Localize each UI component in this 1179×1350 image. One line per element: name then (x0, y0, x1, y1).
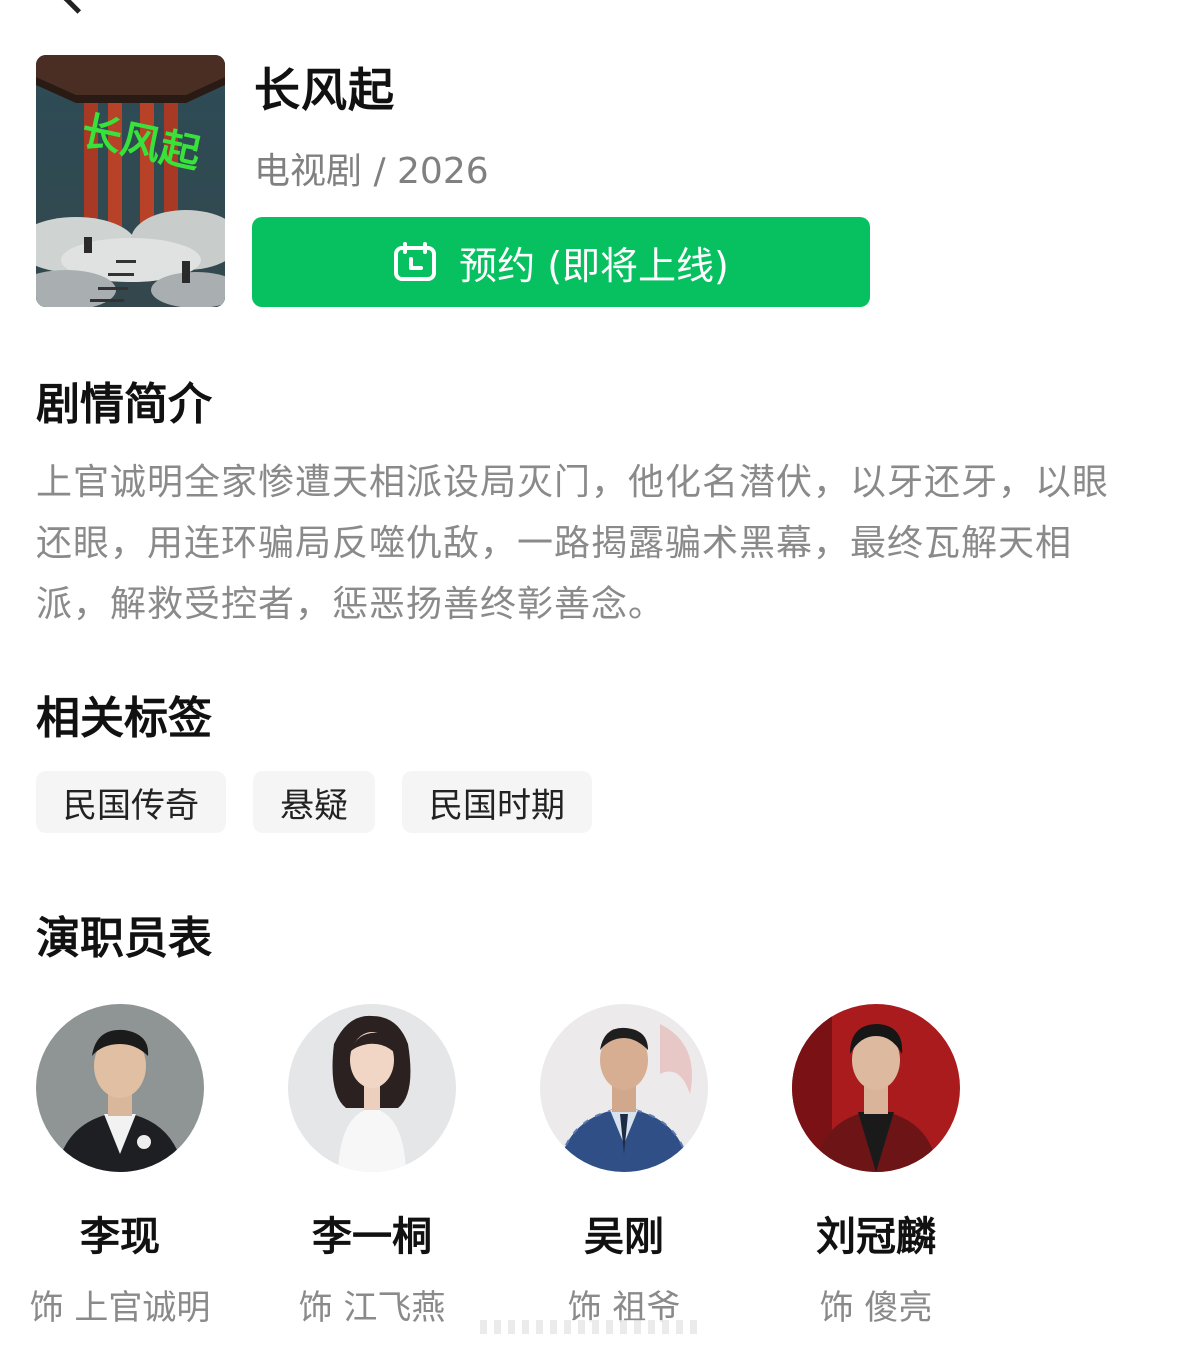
tag-list: 民国传奇 悬疑 民国时期 (36, 771, 592, 833)
avatar (540, 1004, 708, 1172)
cast-member[interactable]: 刘冠麟 饰 傻亮 (750, 1004, 1002, 1329)
show-poster: 长风起 (36, 55, 225, 307)
cast-name: 刘冠麟 (816, 1214, 936, 1260)
reserve-button-label: 预约 (即将上线) (459, 243, 729, 288)
avatar (288, 1004, 456, 1172)
scroll-indicator (480, 1320, 700, 1334)
avatar (36, 1004, 204, 1172)
show-title: 长风起 (254, 63, 395, 117)
calendar-icon (393, 242, 437, 282)
avatar (792, 1004, 960, 1172)
tag-chip[interactable]: 民国时期 (402, 771, 592, 833)
cast-name: 吴刚 (584, 1214, 664, 1260)
cast-role: 饰 傻亮 (819, 1288, 933, 1328)
cast-member[interactable]: 李现 饰 上官诚明 (0, 1004, 246, 1329)
tag-chip[interactable]: 悬疑 (253, 771, 375, 833)
cast-member[interactable]: 李一桐 饰 江飞燕 (246, 1004, 498, 1329)
tag-chip[interactable]: 民国传奇 (36, 771, 226, 833)
synopsis-text: 上官诚明全家惨遭天相派设局灭门，他化名潜伏，以牙还牙，以眼还眼，用连环骗局反噬仇… (36, 462, 1110, 625)
cast-member[interactable]: 吴刚 饰 祖爷 (498, 1004, 750, 1329)
back-chevron-icon[interactable] (61, 0, 94, 14)
cast-role: 饰 江飞燕 (298, 1288, 446, 1328)
reserve-button[interactable]: 预约 (即将上线) (252, 217, 870, 307)
cast-name: 李一桐 (312, 1214, 432, 1260)
cast-heading: 演职员表 (36, 913, 212, 964)
cast-name: 李现 (80, 1214, 160, 1260)
synopsis-heading: 剧情简介 (36, 379, 212, 430)
show-meta: 电视剧 / 2026 (254, 151, 489, 192)
cast-role: 饰 上官诚明 (29, 1288, 211, 1328)
tags-heading: 相关标签 (36, 693, 212, 744)
